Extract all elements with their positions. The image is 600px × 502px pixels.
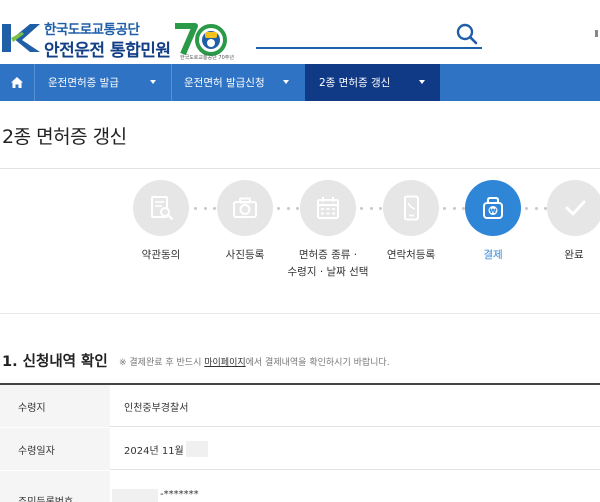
nav-item-label: 운전면허증 발급 <box>48 77 119 89</box>
step-connector <box>525 207 547 210</box>
row-label-resident-number: 주민등록번호 <box>0 471 110 502</box>
resident-number-masked: -******* <box>160 489 199 500</box>
check-icon <box>565 200 586 216</box>
chevron-down-icon <box>150 80 156 84</box>
note-prefix: ※ 결제완료 후 반드시 <box>119 358 205 368</box>
step-2-circle <box>217 180 273 236</box>
nav-item-license-issue[interactable]: 운전면허증 발급 <box>34 64 171 101</box>
document-search-icon <box>151 196 174 221</box>
main-nav: 운전면허증 발급 운전면허 발급신청 2종 면허증 갱신 <box>0 64 600 101</box>
step-connector <box>360 207 382 210</box>
step-3-label-line2: 수령지 · 날짜 선택 <box>287 266 369 278</box>
step-1-label: 약관동의 <box>141 249 181 261</box>
home-icon <box>11 77 23 88</box>
step-connector <box>277 207 299 210</box>
step-3-label: 면허증 종류 · 수령지 · 날짜 선택 <box>280 247 376 281</box>
step-1-circle <box>133 180 189 236</box>
step-3-label-line1: 면허증 종류 · <box>298 249 358 261</box>
step-2-label: 사진등록 <box>225 249 265 261</box>
step-6-circle <box>547 180 600 236</box>
row-value-pickup-date: 2024년 11월 <box>124 428 208 470</box>
section-title: 1. 신청내역 확인 <box>2 354 108 370</box>
row-value-resident-number: -******* <box>112 471 199 502</box>
table-row: 주민등록번호 -******* <box>0 471 600 502</box>
chevron-down-icon <box>283 80 289 84</box>
phone-icon <box>404 195 419 221</box>
step-4-circle <box>383 180 439 236</box>
camera-icon <box>233 197 257 218</box>
step-connector <box>443 207 465 210</box>
section-note: ※ 결제완료 후 반드시 마이페이지에서 결제내역을 확인하시기 바랍니다. <box>119 355 390 368</box>
nav-item-label: 2종 면허증 갱신 <box>319 77 391 89</box>
step-5-circle-active: ₩ <box>465 180 521 236</box>
divider <box>0 168 600 169</box>
chevron-down-icon <box>419 80 425 84</box>
table-row: 수령지 인천중부경찰서 <box>0 385 600 427</box>
redacted-mask <box>185 441 208 457</box>
redacted-mask <box>112 489 158 502</box>
header-edge-mark <box>595 30 598 37</box>
search-icon[interactable] <box>455 22 479 46</box>
anniversary-subtext: 한국도로교통공단 70주년 <box>180 55 234 61</box>
site-header: 한국도로교통공단 안전운전 통합민원 한국도로교통공단 70주년 <box>0 0 600 64</box>
page-title: 2종 면허증 갱신 <box>2 126 127 148</box>
pickup-date-text: 2024년 11월 <box>124 445 184 457</box>
org-name[interactable]: 한국도로교통공단 <box>44 18 140 38</box>
won-wallet-icon: ₩ <box>483 197 503 219</box>
home-button[interactable] <box>0 64 34 101</box>
row-value-pickup-location: 인천중부경찰서 <box>124 402 189 414</box>
divider <box>0 313 600 314</box>
step-6-label: 완료 <box>564 249 584 261</box>
nav-item-license-application[interactable]: 운전면허 발급신청 <box>171 64 305 101</box>
search-input[interactable] <box>256 47 482 49</box>
table-row: 수령일자 2024년 11월 <box>0 428 600 470</box>
nav-item-license-renewal[interactable]: 2종 면허증 갱신 <box>305 64 440 101</box>
mypage-link[interactable]: 마이페이지 <box>204 358 245 368</box>
site-name[interactable]: 안전운전 통합민원 <box>44 36 171 61</box>
step-connector <box>194 207 216 210</box>
note-suffix: 에서 결제내역을 확인하시기 바랍니다. <box>245 358 390 368</box>
svg-text:₩: ₩ <box>489 207 497 215</box>
calendar-icon <box>317 197 339 219</box>
nav-item-label: 운전면허 발급신청 <box>184 77 265 89</box>
koroad-logo-icon[interactable] <box>0 20 40 54</box>
row-label-pickup-location: 수령지 <box>0 385 110 427</box>
row-label-pickup-date: 수령일자 <box>0 428 110 470</box>
step-3-circle <box>300 180 356 236</box>
